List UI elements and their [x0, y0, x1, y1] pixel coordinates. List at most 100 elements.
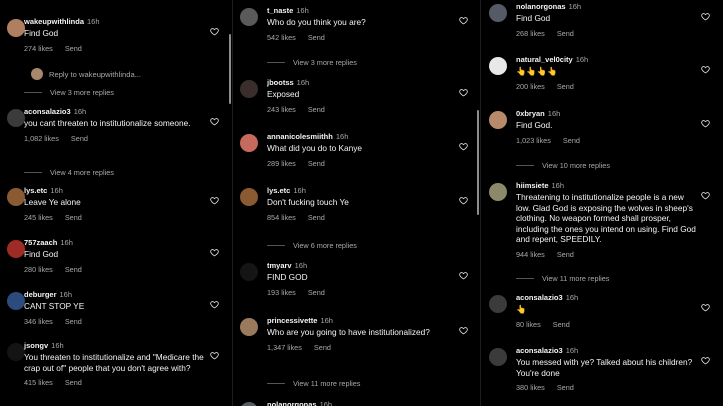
avatar[interactable] [489, 111, 507, 129]
send-button[interactable]: Send [308, 288, 325, 297]
send-button[interactable]: Send [557, 383, 574, 392]
send-button[interactable]: Send [71, 134, 88, 143]
avatar[interactable] [240, 318, 258, 336]
view-replies-button[interactable]: View 4 more replies [24, 168, 114, 177]
send-button[interactable]: Send [314, 343, 331, 352]
send-button[interactable]: Send [553, 320, 570, 329]
heart-icon[interactable] [210, 196, 219, 205]
username[interactable]: nolanorgonas [516, 2, 566, 11]
username[interactable]: aconsalazio3 [516, 293, 563, 302]
likes-count[interactable]: 243 likes [267, 105, 296, 114]
send-button[interactable]: Send [308, 33, 325, 42]
view-replies-button[interactable]: View 3 more replies [267, 58, 357, 67]
likes-count[interactable]: 280 likes [24, 265, 53, 274]
likes-count[interactable]: 1,347 likes [267, 343, 302, 352]
avatar[interactable] [489, 183, 507, 201]
heart-icon[interactable] [701, 119, 710, 128]
username[interactable]: princessivette [267, 316, 317, 325]
send-button[interactable]: Send [563, 136, 580, 145]
heart-icon[interactable] [459, 142, 468, 151]
scrollbar[interactable] [477, 110, 479, 215]
send-button[interactable]: Send [65, 317, 82, 326]
likes-count[interactable]: 289 likes [267, 159, 296, 168]
avatar[interactable] [240, 134, 258, 152]
username[interactable]: nolanorgonas [267, 400, 317, 406]
likes-count[interactable]: 1,082 likes [24, 134, 59, 143]
username[interactable]: aconsalazio3 [516, 346, 563, 355]
avatar[interactable] [240, 188, 258, 206]
avatar[interactable] [7, 292, 25, 310]
heart-icon[interactable] [210, 248, 219, 257]
avatar[interactable] [489, 295, 507, 313]
username[interactable]: lys.etc [267, 186, 290, 195]
username[interactable]: t_naste [267, 6, 293, 15]
send-button[interactable]: Send [65, 378, 82, 387]
username[interactable]: tmyarv [267, 261, 292, 270]
view-replies-button[interactable]: View 6 more replies [267, 241, 357, 250]
username[interactable]: annanicolesmiithh [267, 132, 333, 141]
send-button[interactable]: Send [308, 159, 325, 168]
avatar[interactable] [7, 188, 25, 206]
likes-count[interactable]: 200 likes [516, 82, 545, 91]
avatar[interactable] [7, 109, 25, 127]
heart-icon[interactable] [701, 65, 710, 74]
username[interactable]: jsongv [24, 341, 48, 350]
send-button[interactable]: Send [557, 82, 574, 91]
scrollbar[interactable] [229, 34, 231, 104]
avatar[interactable] [7, 19, 25, 37]
reply-to-prompt[interactable]: Reply to wakeupwithlinda... [31, 68, 141, 80]
avatar[interactable] [240, 263, 258, 281]
avatar[interactable] [489, 4, 507, 22]
likes-count[interactable]: 380 likes [516, 383, 545, 392]
send-button[interactable]: Send [308, 213, 325, 222]
likes-count[interactable]: 346 likes [24, 317, 53, 326]
send-button[interactable]: Send [557, 250, 574, 259]
likes-count[interactable]: 854 likes [267, 213, 296, 222]
avatar[interactable] [240, 8, 258, 26]
view-replies-button[interactable]: View 10 more replies [516, 161, 610, 170]
send-button[interactable]: Send [557, 29, 574, 38]
heart-icon[interactable] [701, 356, 710, 365]
heart-icon[interactable] [210, 351, 219, 360]
likes-count[interactable]: 542 likes [267, 33, 296, 42]
username[interactable]: 757zaach [24, 238, 57, 247]
heart-icon[interactable] [210, 300, 219, 309]
heart-icon[interactable] [459, 326, 468, 335]
heart-icon[interactable] [459, 271, 468, 280]
avatar[interactable] [489, 348, 507, 366]
username[interactable]: natural_vel0city [516, 55, 573, 64]
heart-icon[interactable] [701, 12, 710, 21]
send-button[interactable]: Send [65, 265, 82, 274]
avatar[interactable] [240, 80, 258, 98]
username[interactable]: 0xbryan [516, 109, 545, 118]
send-button[interactable]: Send [65, 213, 82, 222]
likes-count[interactable]: 193 likes [267, 288, 296, 297]
heart-icon[interactable] [459, 88, 468, 97]
heart-icon[interactable] [701, 191, 710, 200]
likes-count[interactable]: 80 likes [516, 320, 541, 329]
heart-icon[interactable] [210, 27, 219, 36]
likes-count[interactable]: 944 likes [516, 250, 545, 259]
send-button[interactable]: Send [308, 105, 325, 114]
heart-icon[interactable] [701, 303, 710, 312]
likes-count[interactable]: 245 likes [24, 213, 53, 222]
avatar[interactable] [489, 57, 507, 75]
heart-icon[interactable] [210, 117, 219, 126]
send-button[interactable]: Send [65, 44, 82, 53]
avatar[interactable] [7, 240, 25, 258]
username[interactable]: wakeupwithlinda [24, 17, 84, 26]
username[interactable]: hiimsiete [516, 181, 549, 190]
heart-icon[interactable] [459, 16, 468, 25]
likes-count[interactable]: 1,023 likes [516, 136, 551, 145]
view-replies-button[interactable]: View 11 more replies [267, 379, 360, 388]
username[interactable]: aconsalazio3 [24, 107, 71, 116]
username[interactable]: jbootss [267, 78, 294, 87]
avatar[interactable] [7, 343, 25, 361]
likes-count[interactable]: 415 likes [24, 378, 53, 387]
heart-icon[interactable] [459, 196, 468, 205]
likes-count[interactable]: 274 likes [24, 44, 53, 53]
avatar[interactable] [240, 402, 258, 406]
likes-count[interactable]: 268 likes [516, 29, 545, 38]
view-replies-button[interactable]: View 11 more replies [516, 274, 609, 283]
view-replies-button[interactable]: View 3 more replies [24, 88, 114, 97]
